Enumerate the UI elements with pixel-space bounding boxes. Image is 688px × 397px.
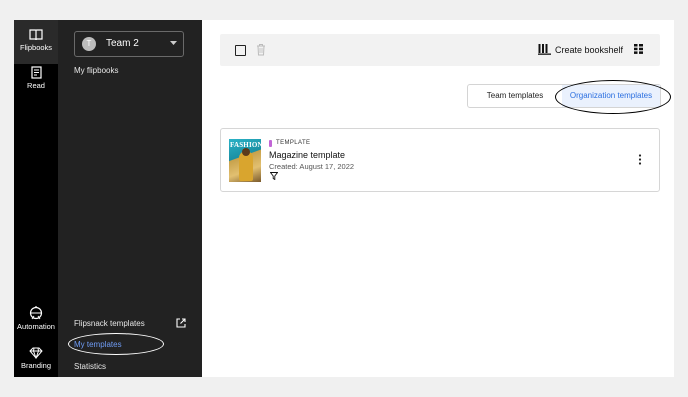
tag-color-bar [269,140,272,147]
tag-label: TEMPLATE [276,140,311,146]
filter-icon [270,172,278,180]
icon-rail: Flipbooks Read Automation Branding [14,20,58,377]
rail-item-automation[interactable]: Automation [14,306,58,340]
rail-item-read[interactable]: Read [14,66,58,100]
more-options-icon[interactable] [638,154,642,165]
select-all-checkbox[interactable] [235,45,246,56]
toolbar: Create bookshelf [220,34,660,66]
team-avatar: T [82,37,96,51]
template-thumbnail: FASHION [229,139,261,182]
list-view-icon[interactable] [634,44,643,54]
sidebar-item-flipsnack-templates[interactable]: Flipsnack templates [74,319,145,328]
card-title[interactable]: Magazine template [269,150,345,160]
template-card[interactable]: FASHION TEMPLATE Magazine template Creat… [220,128,660,192]
tab-organization-templates[interactable]: Organization templates [562,85,660,107]
rail-label-branding: Branding [20,361,52,370]
bookshelf-icon [538,44,551,55]
rail-label-automation: Automation [17,322,55,331]
rail-item-flipbooks[interactable]: Flipbooks [14,20,58,64]
diamond-icon [29,347,43,359]
rail-item-branding[interactable]: Branding [14,347,58,377]
book-icon [29,29,43,41]
sidebar-item-my-templates[interactable]: My templates [74,340,122,349]
template-tabs: Team templates Organization templates [467,84,661,108]
rail-label-flipbooks: Flipbooks [19,43,53,52]
automation-icon [29,306,43,320]
read-icon [30,66,42,79]
trash-icon[interactable] [256,43,266,56]
rail-label-read: Read [27,81,45,90]
external-link-icon[interactable] [176,318,186,328]
sidebar-item-my-flipbooks[interactable]: My flipbooks [74,66,118,75]
create-bookshelf-label: Create bookshelf [555,45,624,55]
app-window: Flipbooks Read Automation Branding T Tea… [14,20,674,377]
thumb-figure-head [242,148,250,156]
tab-team-templates[interactable]: Team templates [468,85,563,107]
team-selector[interactable]: T Team 2 [74,31,184,57]
sidebar: T Team 2 My flipbooks Flipsnack template… [58,20,202,377]
sidebar-item-statistics[interactable]: Statistics [74,362,106,371]
chevron-down-icon [170,41,177,45]
team-name: Team 2 [106,38,139,49]
thumb-masthead: FASHION [230,141,261,149]
card-created-date: Created: August 17, 2022 [269,162,355,171]
main-content: Create bookshelf Team templates Organiza… [202,20,674,377]
